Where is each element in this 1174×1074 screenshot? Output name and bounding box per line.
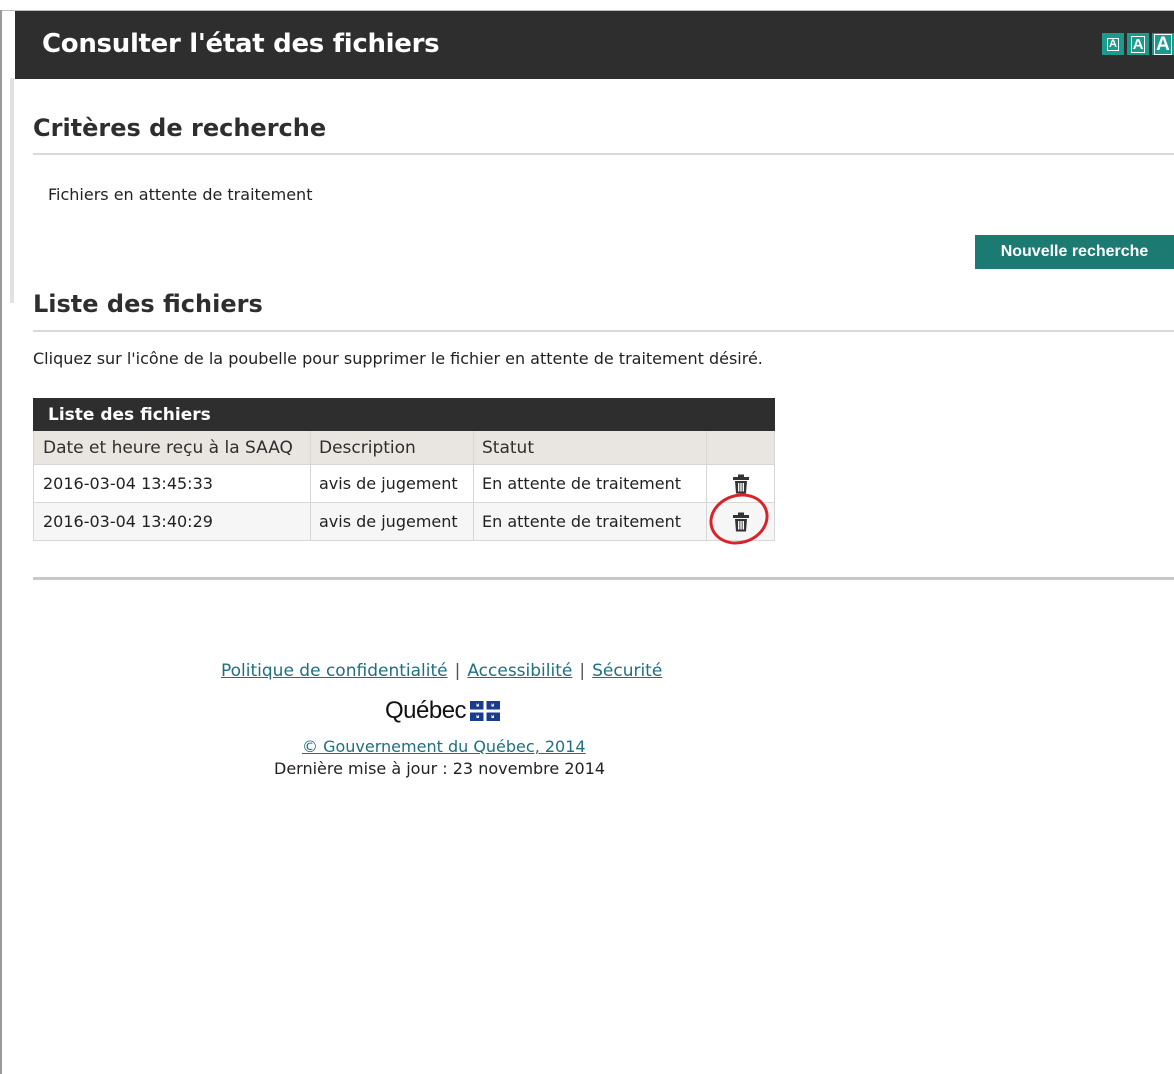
- trash-icon[interactable]: [732, 512, 750, 532]
- window-left-border: [0, 10, 2, 1074]
- instructions-text: Cliquez sur l'icône de la poubelle pour …: [33, 349, 763, 368]
- quebec-logo-word: Québec: [385, 697, 467, 724]
- cell-date: 2016-03-04 13:40:29: [33, 503, 311, 540]
- font-size-medium-label: A: [1130, 35, 1146, 53]
- font-size-small-button[interactable]: A: [1102, 33, 1124, 55]
- files-section-title: Liste des fichiers: [33, 290, 263, 318]
- table-row: 2016-03-04 13:40:29 avis de jugement En …: [33, 503, 775, 541]
- table-caption: Liste des fichiers: [33, 398, 775, 431]
- page-header: Consulter l'état des fichiers A A A: [15, 11, 1174, 79]
- cell-description: avis de jugement: [311, 465, 474, 502]
- files-divider: [33, 330, 1174, 332]
- column-header-status[interactable]: Statut: [474, 431, 707, 464]
- privacy-policy-link[interactable]: Politique de confidentialité: [221, 661, 448, 681]
- column-header-description[interactable]: Description: [311, 431, 474, 464]
- copyright-link[interactable]: © Gouvernement du Québec, 2014: [302, 737, 586, 756]
- column-header-date[interactable]: Date et heure reçu à la SAAQ: [33, 431, 311, 464]
- font-size-large-label: A: [1154, 33, 1172, 55]
- font-size-controls: A A A: [1102, 33, 1174, 55]
- cell-description: avis de jugement: [311, 503, 474, 540]
- table-body: 2016-03-04 13:45:33 avis de jugement En …: [33, 464, 775, 541]
- table-row: 2016-03-04 13:45:33 avis de jugement En …: [33, 465, 775, 503]
- security-link[interactable]: Sécurité: [592, 661, 662, 681]
- font-size-medium-button[interactable]: A: [1127, 33, 1149, 55]
- footer-links: Politique de confidentialité | Accessibili…: [221, 661, 662, 681]
- cell-status: En attente de traitement: [474, 465, 707, 502]
- quebec-flag-icon: [470, 701, 501, 721]
- cell-status: En attente de traitement: [474, 503, 707, 540]
- cell-date: 2016-03-04 13:45:33: [33, 465, 311, 502]
- font-size-small-label: A: [1107, 37, 1119, 51]
- copyright: © Gouvernement du Québec, 2014: [302, 737, 586, 756]
- quebec-logo: Québec: [385, 697, 501, 725]
- footer-separator: |: [579, 661, 586, 681]
- font-size-large-button[interactable]: A: [1152, 33, 1174, 55]
- last-updated-text: Dernière mise à jour : 23 novembre 2014: [274, 759, 606, 778]
- new-search-button[interactable]: Nouvelle recherche: [975, 235, 1174, 269]
- cell-actions: [707, 465, 775, 502]
- criteria-divider: [33, 153, 1174, 155]
- trash-icon[interactable]: [732, 474, 750, 494]
- criteria-value: Fichiers en attente de traitement: [48, 185, 313, 204]
- accessibility-link[interactable]: Accessibilité: [467, 661, 572, 681]
- page-title: Consulter l'état des fichiers: [42, 29, 440, 59]
- column-header-actions: [707, 431, 775, 464]
- sidebar-strip: [10, 78, 14, 303]
- table-header-row: Date et heure reçu à la SAAQ Description…: [33, 431, 775, 464]
- cell-actions: [707, 503, 775, 540]
- criteria-section-title: Critères de recherche: [33, 114, 327, 142]
- footer-separator: |: [454, 661, 461, 681]
- files-table: Liste des fichiers Date et heure reçu à …: [33, 398, 775, 541]
- footer-divider: [33, 577, 1174, 580]
